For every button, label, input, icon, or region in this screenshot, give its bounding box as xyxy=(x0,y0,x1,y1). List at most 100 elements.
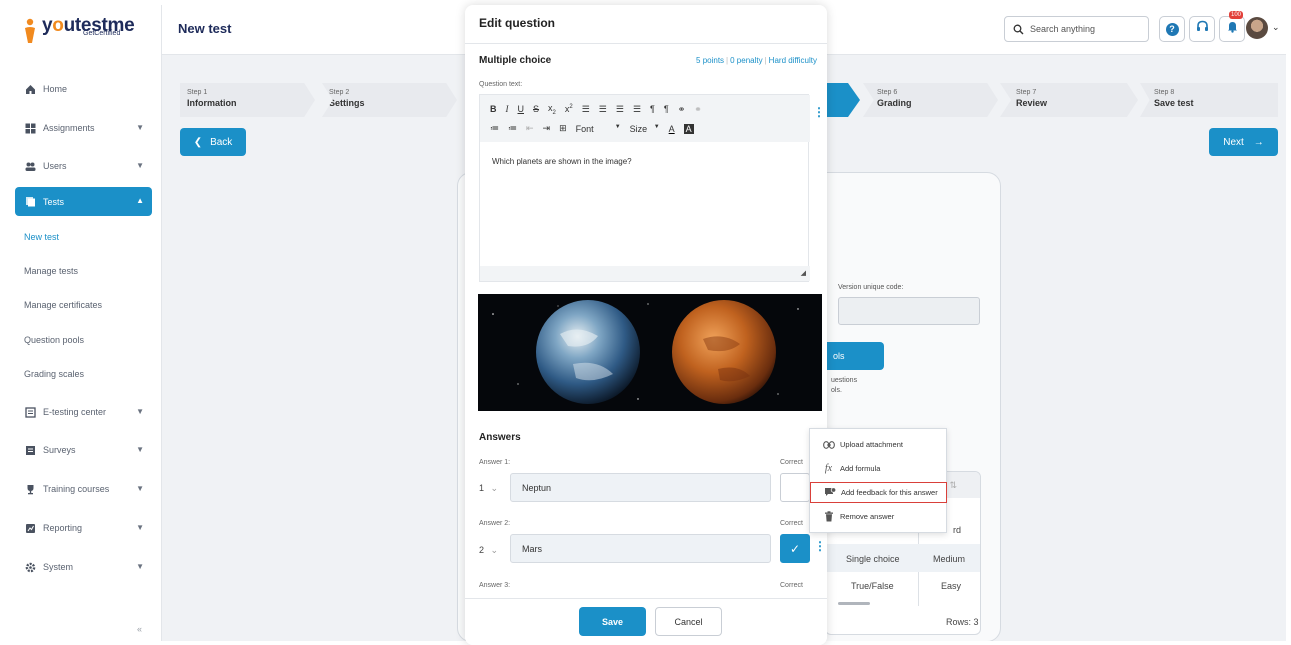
menu-item-label: Add formula xyxy=(840,464,881,473)
align-left-icon[interactable]: ☰ xyxy=(582,104,590,115)
link-icon[interactable]: ⚭ xyxy=(678,104,686,115)
surveys-icon xyxy=(25,445,36,456)
subscript-icon[interactable]: x2 xyxy=(548,103,556,116)
sidebar-item-tests[interactable]: Tests ▲ xyxy=(15,187,152,216)
step-label: Step 2 xyxy=(329,89,350,96)
table-scrollbar[interactable] xyxy=(838,602,870,605)
answer-2-number[interactable]: 2 ⌄ xyxy=(479,545,498,556)
menu-item-add-formula[interactable]: fx Add formula xyxy=(810,458,948,479)
strikethrough-icon[interactable]: S xyxy=(533,104,539,114)
sidebar-item-users[interactable]: Users ▼ xyxy=(15,152,152,180)
sidebar-subitem-manage-certificates[interactable]: Manage certificates xyxy=(24,300,102,310)
sidebar-item-label: E-testing center xyxy=(43,407,107,417)
menu-item-add-feedback[interactable]: Add feedback for this answer xyxy=(810,482,947,503)
menu-item-upload-attachment[interactable]: Upload attachment xyxy=(810,434,948,455)
answer-2-label: Answer 2: xyxy=(479,520,511,527)
font-select[interactable]: Font ▼ xyxy=(576,124,621,134)
outdent-icon[interactable]: ⇤ xyxy=(526,123,534,134)
step-6[interactable]: Step 6 Grading xyxy=(863,83,998,117)
sidebar-item-e-testing-center[interactable]: E-testing center ▼ xyxy=(15,398,152,426)
next-button[interactable]: Next → xyxy=(1209,128,1278,156)
step-1[interactable]: Step 1 Information xyxy=(180,83,315,117)
help-button[interactable]: ? xyxy=(1159,16,1185,42)
indent-icon[interactable]: ⇥ xyxy=(543,123,551,134)
check-icon: ✓ xyxy=(789,541,801,556)
answer-1-number[interactable]: 1 ⌄ xyxy=(479,483,498,494)
save-button[interactable]: Save xyxy=(579,607,646,636)
step-7[interactable]: Step 7 Review xyxy=(1000,83,1138,117)
answer-2-input[interactable]: Mars xyxy=(510,534,771,563)
align-right-icon[interactable]: ☰ xyxy=(616,104,624,115)
step-name: Grading xyxy=(877,98,912,108)
cancel-button[interactable]: Cancel xyxy=(655,607,722,636)
users-icon xyxy=(25,161,36,172)
chevron-down-icon: ▼ xyxy=(136,407,144,416)
editor-more-icon[interactable]: ⋮ xyxy=(813,105,825,119)
chevron-down-icon: ▼ xyxy=(136,445,144,454)
page-title: New test xyxy=(178,21,232,36)
sidebar-item-assignments[interactable]: Assignments ▼ xyxy=(15,114,152,142)
sidebar-item-label: Reporting xyxy=(43,523,83,533)
question-editor[interactable]: B I U S x2 x2 ☰ ☰ ☰ ☰ ¶ ¶ ⚭ ⚭ ≔ ≔ ⇤ ⇥ ⊞ xyxy=(479,94,810,282)
sidebar-item-reporting[interactable]: Reporting ▼ xyxy=(15,514,152,542)
step-2[interactable]: Step 2 Settings xyxy=(322,83,457,117)
sidebar-item-training-courses[interactable]: Training courses ▼ xyxy=(15,475,152,503)
numbered-list-icon[interactable]: ≔ xyxy=(490,123,499,134)
logo-subtitle: GetCertified xyxy=(83,30,121,37)
underline-icon[interactable]: U xyxy=(518,104,525,114)
back-button[interactable]: ❮ Back xyxy=(180,128,246,156)
bold-icon[interactable]: B xyxy=(490,104,497,114)
align-center-icon[interactable]: ☰ xyxy=(599,104,607,115)
editor-resize-bar[interactable]: ◢ xyxy=(480,266,810,281)
penalty-link[interactable]: 0 penalty xyxy=(730,56,762,65)
chevron-down-icon[interactable]: ⌄ xyxy=(1272,22,1280,33)
menu-item-remove-answer[interactable]: Remove answer xyxy=(810,506,948,527)
answer-1-input[interactable]: Neptun xyxy=(510,473,771,502)
menu-item-label: Remove answer xyxy=(840,512,895,521)
version-code-input[interactable] xyxy=(838,297,980,325)
sidebar-subitem-new-test[interactable]: New test xyxy=(24,232,59,242)
next-label: Next xyxy=(1223,136,1244,148)
step-label: Step 7 xyxy=(1016,89,1037,96)
italic-icon[interactable]: I xyxy=(506,104,509,114)
rtl-icon[interactable]: ¶ xyxy=(664,104,669,114)
bg-color-icon[interactable]: A xyxy=(683,123,694,134)
ltr-icon[interactable]: ¶ xyxy=(650,104,655,114)
text-color-icon[interactable]: A xyxy=(669,124,675,134)
sidebar-subitem-grading-scales[interactable]: Grading scales xyxy=(24,369,84,379)
help-line: uestions xyxy=(831,377,858,384)
sidebar-item-home[interactable]: Home xyxy=(15,75,152,103)
sidebar-subitem-question-pools[interactable]: Question pools xyxy=(24,335,84,345)
step-label: Step 6 xyxy=(877,89,898,96)
unlink-icon[interactable]: ⚭ xyxy=(694,104,702,115)
support-button[interactable] xyxy=(1189,16,1215,42)
points-link[interactable]: 5 points xyxy=(696,56,724,65)
answer-1-label: Answer 1: xyxy=(479,459,511,466)
chevron-left-icon: ❮ xyxy=(193,136,203,148)
answer-1-correct-checkbox[interactable] xyxy=(780,473,810,502)
collapse-sidebar-button[interactable]: « xyxy=(137,624,142,634)
answer-2-correct-checkbox[interactable]: ✓ xyxy=(780,534,810,563)
answer-2-more-icon[interactable]: ⋮ xyxy=(814,539,826,553)
sidebar-subitem-manage-tests[interactable]: Manage tests xyxy=(24,266,78,276)
superscript-icon[interactable]: x2 xyxy=(565,104,573,114)
step-8[interactable]: Step 8 Save test xyxy=(1140,83,1278,117)
sidebar-item-system[interactable]: System ▼ xyxy=(15,553,152,581)
notifications-button[interactable] xyxy=(1219,16,1245,42)
sidebar-item-label: Home xyxy=(43,84,68,94)
link-icon xyxy=(822,440,835,449)
gear-icon xyxy=(25,562,36,573)
sidebar-item-surveys[interactable]: Surveys ▼ xyxy=(15,436,152,464)
table-icon[interactable]: ⊞ xyxy=(559,123,567,134)
logo-pin-icon xyxy=(23,18,37,44)
search-input[interactable]: Search anything xyxy=(1004,16,1149,42)
pools-help-text: uestions ols. xyxy=(831,376,857,396)
bullet-list-icon[interactable]: ≔ xyxy=(508,123,517,134)
size-select[interactable]: Size ▼ xyxy=(630,124,660,134)
resize-handle-icon[interactable]: ◢ xyxy=(801,269,806,277)
avatar[interactable] xyxy=(1246,17,1268,39)
align-justify-icon[interactable]: ☰ xyxy=(633,104,641,115)
chevron-down-icon: ▼ xyxy=(136,562,144,571)
divider xyxy=(465,43,827,44)
difficulty-link[interactable]: Hard difficulty xyxy=(769,56,817,65)
